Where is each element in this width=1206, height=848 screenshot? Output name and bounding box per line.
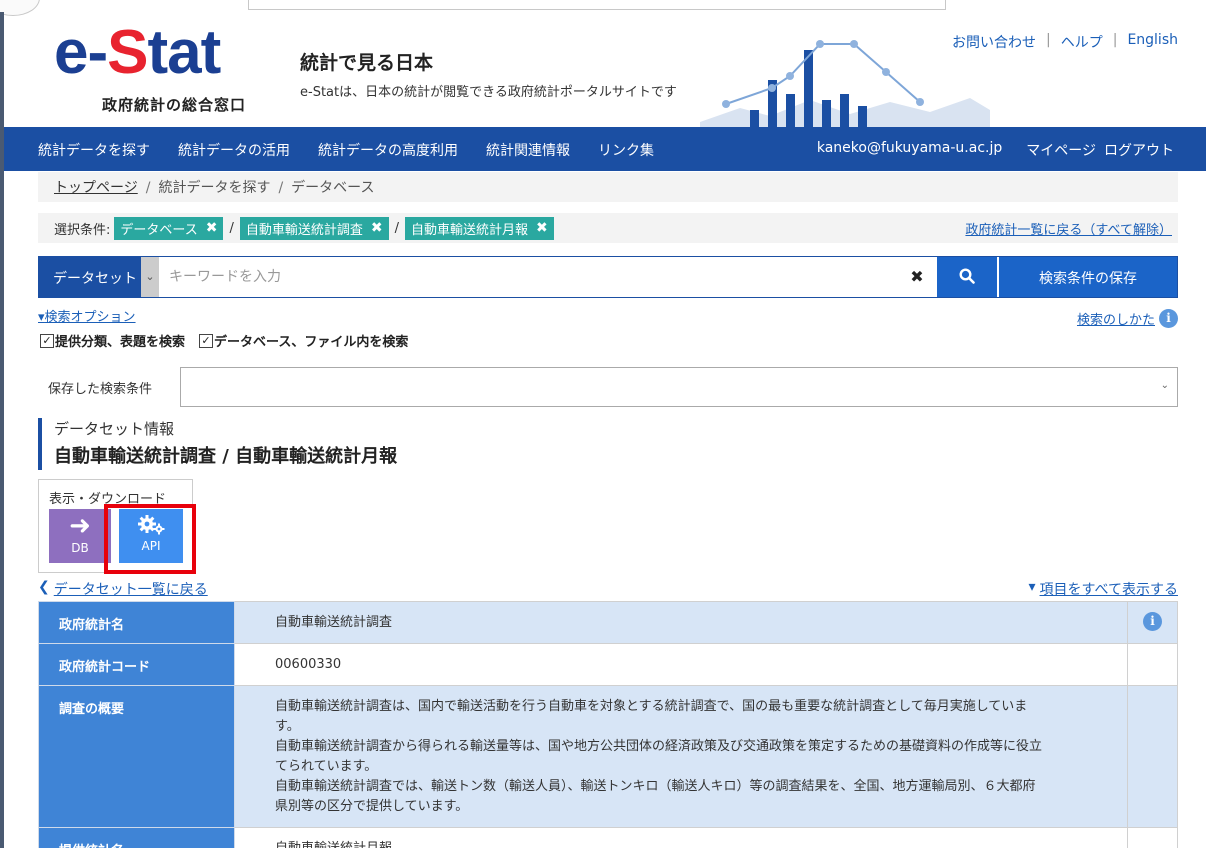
row-label: 提供統計名 xyxy=(38,827,235,848)
hero-chart-graphic xyxy=(700,40,990,130)
search-scope-checks: ✓ 提供分類、表題を検索 ✓ データベース、ファイル内を検索 xyxy=(40,331,408,350)
show-all-items-link[interactable]: ▾ 項目をすべて表示する xyxy=(1029,579,1179,599)
info-icon[interactable]: i xyxy=(1143,612,1162,631)
chevron-down-icon[interactable]: ⌄ xyxy=(141,257,159,297)
row-label: 政府統計名 xyxy=(38,601,235,644)
estat-logo[interactable]: e-Stat 政府統計の総合窓口 xyxy=(54,18,260,118)
dataset-info-label: データセット情報 xyxy=(54,420,175,438)
info-icon: i xyxy=(1159,309,1178,328)
selection-conditions: 選択条件: データベース ✖ / 自動車輸送統計調査 ✖ / 自動車輸送統計月報 ✖ … xyxy=(38,213,1178,243)
check-classification[interactable]: ✓ 提供分類、表題を検索 xyxy=(40,331,185,350)
saved-search-label: 保存した検索条件 xyxy=(48,382,153,397)
logo-wordmark: e-Stat xyxy=(54,18,221,87)
api-highlight-annotation xyxy=(104,504,196,574)
main-navbar: 統計データを探す 統計データの活用 統計データの高度利用 統計関連情報 リンク集… xyxy=(4,127,1206,171)
dataset-info-table: 政府統計名 自動車輸送統計調査 i 政府統計コード 00600330 調査の概要… xyxy=(38,601,1178,848)
row-label: 調査の概要 xyxy=(38,685,235,828)
browser-chrome xyxy=(0,0,1206,16)
breadcrumb-find-data[interactable]: 統計データを探す xyxy=(158,180,270,196)
browser-back-button[interactable] xyxy=(0,0,40,16)
remove-icon[interactable]: ✖ xyxy=(536,220,548,236)
db-button[interactable]: ➜ DB xyxy=(49,509,111,563)
tagline-subtitle: e-Statは、日本の統計が閲覧できる政府統計ポータルサイトです xyxy=(300,85,677,100)
breadcrumb: トップページ / 統計データを探す / データベース xyxy=(38,172,1178,202)
separator: | xyxy=(1112,32,1118,48)
row-value: 自動車輸送統計調査 xyxy=(234,601,1128,644)
conditions-label: 選択条件: xyxy=(54,222,111,238)
row-value: 自動車輸送統計月報 xyxy=(234,827,1128,848)
help-link[interactable]: ヘルプ xyxy=(1061,32,1103,52)
logo-subtitle: 政府統計の総合窓口 xyxy=(102,96,247,114)
reset-conditions-link[interactable]: 政府統計一覧に戻る（すべて解除） xyxy=(965,219,1172,238)
breadcrumb-separator: / xyxy=(145,180,151,196)
search-options-toggle[interactable]: ▾検索オプション xyxy=(38,306,136,325)
logout-link[interactable]: ログアウト xyxy=(1104,140,1174,160)
mypage-link[interactable]: マイページ xyxy=(1026,140,1096,160)
arrow-right-icon: ➜ xyxy=(69,511,91,541)
nav-item-stats-info[interactable]: 統計関連情報 xyxy=(486,140,570,160)
table-row: 政府統計名 自動車輸送統計調査 i xyxy=(38,601,1178,644)
condition-tag-database[interactable]: データベース ✖ xyxy=(114,216,224,240)
search-button[interactable] xyxy=(937,257,997,297)
user-email: kaneko@fukuyama-u.ac.jp xyxy=(816,140,1003,156)
table-row: 調査の概要 自動車輸送統計調査は、国内で輸送活動を行う自動車を対象とする統計調査… xyxy=(38,685,1178,828)
tagline-title: 統計で見る日本 xyxy=(300,52,434,74)
contact-link[interactable]: お問い合わせ xyxy=(952,32,1036,52)
dataset-info-header: データセット情報 自動車輸送統計調査 / 自動車輸送統計月報 xyxy=(38,418,638,470)
nav-item-links[interactable]: リンク集 xyxy=(598,140,654,160)
utility-links: お問い合わせ | ヘルプ | English xyxy=(952,32,1178,52)
search-type-select[interactable]: データセット xyxy=(39,257,141,297)
search-bar: データセット ⌄ ✖ 検索条件の保存 xyxy=(38,256,1178,298)
browser-address-bar[interactable] xyxy=(248,0,946,10)
clear-icon[interactable]: ✖ xyxy=(897,257,937,297)
back-to-dataset-list-link[interactable]: ❮ データセット一覧に戻る xyxy=(38,579,208,599)
chevron-down-icon: ⌄ xyxy=(1160,380,1169,391)
row-label: 政府統計コード xyxy=(38,643,235,686)
row-value: 自動車輸送統計調査は、国内で輸送活動を行う自動車を対象とする統計調査で、国の最も… xyxy=(234,685,1128,828)
condition-tag-monthly-report[interactable]: 自動車輸送統計月報 ✖ xyxy=(405,216,554,240)
condition-separator: / xyxy=(394,220,400,236)
keyword-search-input[interactable] xyxy=(159,257,897,297)
breadcrumb-top[interactable]: トップページ xyxy=(54,180,138,196)
english-link[interactable]: English xyxy=(1127,32,1178,52)
table-row: 政府統計コード 00600330 xyxy=(38,643,1178,686)
separator: | xyxy=(1046,32,1051,48)
search-howto-link[interactable]: 検索のしかた i xyxy=(1077,309,1178,328)
remove-icon[interactable]: ✖ xyxy=(206,220,218,236)
dataset-title: 自動車輸送統計調査 / 自動車輸送統計月報 xyxy=(54,446,398,467)
breadcrumb-separator: / xyxy=(278,180,284,196)
saved-search-select[interactable]: ⌄ xyxy=(180,367,1178,407)
nav-item-advanced-use[interactable]: 統計データの高度利用 xyxy=(318,140,458,160)
search-icon xyxy=(959,268,975,284)
remove-icon[interactable]: ✖ xyxy=(371,220,383,236)
breadcrumb-current: データベース xyxy=(291,180,375,196)
table-row: 提供統計名 自動車輸送統計月報 xyxy=(38,827,1178,848)
chevron-left-icon: ❮ xyxy=(38,579,50,595)
row-value: 00600330 xyxy=(234,643,1128,686)
nav-item-use-data[interactable]: 統計データの活用 xyxy=(178,140,290,160)
condition-tag-survey[interactable]: 自動車輸送統計調査 ✖ xyxy=(239,216,389,240)
save-search-button[interactable]: 検索条件の保存 xyxy=(997,257,1177,297)
check-database-files[interactable]: ✓ データベース、ファイル内を検索 xyxy=(199,331,408,350)
checkbox-checked-icon[interactable]: ✓ xyxy=(199,333,214,348)
nav-item-find-data[interactable]: 統計データを探す xyxy=(38,140,150,160)
caret-down-icon: ▾ xyxy=(1028,579,1036,595)
checkbox-checked-icon[interactable]: ✓ xyxy=(40,333,54,348)
condition-separator: / xyxy=(229,220,234,236)
